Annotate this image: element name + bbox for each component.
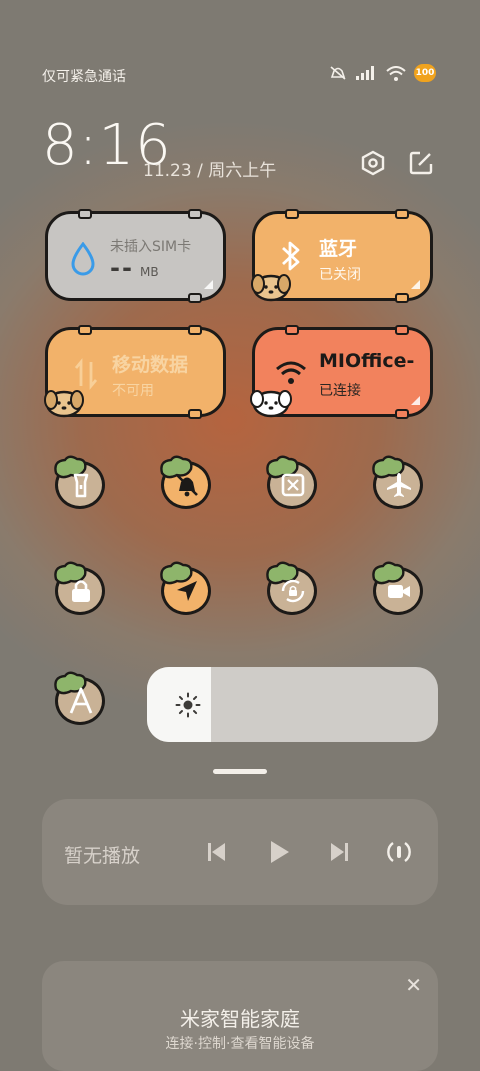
sim-unit: MB xyxy=(140,265,159,279)
mute-toggle[interactable] xyxy=(160,455,213,511)
drag-handle[interactable] xyxy=(213,769,267,774)
tile-stitch xyxy=(395,293,409,303)
carrier-status-text: 仅可紧急通话 xyxy=(42,69,126,85)
smart-home-subtitle: 连接·控制·查看智能设备 xyxy=(165,1036,315,1052)
rotation-lock-toggle[interactable] xyxy=(266,561,319,617)
media-player-card: 暂无播放 xyxy=(42,799,438,905)
tile-stitch xyxy=(395,325,409,335)
previous-icon[interactable] xyxy=(204,839,230,865)
tile-stitch xyxy=(188,325,202,335)
tile-stitch xyxy=(188,409,202,419)
water-drop-icon xyxy=(71,242,95,276)
puppy-decoration-icon xyxy=(251,274,291,302)
sim-data-tile[interactable]: 未插入SIM卡 -- MB xyxy=(45,209,226,303)
header-actions xyxy=(360,150,434,176)
status-icons: 100 xyxy=(328,64,436,82)
sun-icon xyxy=(175,692,201,718)
tile-stitch xyxy=(285,325,299,335)
bluetooth-icon xyxy=(282,241,300,271)
font-a-icon xyxy=(69,687,93,714)
wifi-network-name: MIOffice- xyxy=(319,350,415,372)
tile-corner-marker xyxy=(411,396,420,405)
location-toggle[interactable] xyxy=(160,561,213,617)
edit-icon[interactable] xyxy=(408,150,434,176)
mute-icon xyxy=(330,66,346,80)
flashlight-icon xyxy=(73,473,89,498)
cast-icon[interactable] xyxy=(386,839,412,865)
rotation-lock-icon xyxy=(281,579,305,603)
tile-stitch xyxy=(188,209,202,219)
tile-corner-marker xyxy=(204,280,213,289)
bluetooth-title: 蓝牙 xyxy=(319,238,358,260)
white-puppy-decoration-icon xyxy=(250,390,292,418)
wifi-icon xyxy=(276,361,306,384)
auto-font-toggle[interactable] xyxy=(54,671,107,727)
media-status-label: 暂无播放 xyxy=(64,845,141,867)
tile-stitch xyxy=(188,293,202,303)
settings-icon[interactable] xyxy=(360,150,386,176)
screen-record-toggle[interactable] xyxy=(372,561,425,617)
location-icon xyxy=(177,581,197,601)
sim-title: 未插入SIM卡 xyxy=(110,239,192,255)
wifi-status: 已连接 xyxy=(319,383,361,399)
close-icon[interactable]: ✕ xyxy=(405,973,422,997)
flashlight-toggle[interactable] xyxy=(54,455,107,511)
tile-stitch xyxy=(78,325,92,335)
bluetooth-status: 已关闭 xyxy=(319,267,361,283)
bell-mute-icon xyxy=(176,474,198,497)
date-text: 11.23 / 周六上午 xyxy=(143,161,277,181)
mobile-data-status: 不可用 xyxy=(112,383,154,399)
battery-icon: 100 xyxy=(414,64,436,82)
puppy-decoration-icon xyxy=(44,390,84,418)
airplane-icon xyxy=(387,473,411,497)
lock-screen-toggle[interactable] xyxy=(54,561,107,617)
lock-icon xyxy=(72,580,90,602)
screenshot-toggle[interactable] xyxy=(266,455,319,511)
next-icon[interactable] xyxy=(326,839,352,865)
brightness-slider[interactable] xyxy=(147,667,438,742)
mobile-data-title: 移动数据 xyxy=(112,354,189,376)
tile-stitch xyxy=(395,409,409,419)
smart-home-title: 米家智能家庭 xyxy=(180,1007,300,1031)
play-icon[interactable] xyxy=(266,839,292,865)
tile-corner-marker xyxy=(411,280,420,289)
tile-stitch xyxy=(395,209,409,219)
video-camera-icon xyxy=(388,585,410,598)
tile-stitch xyxy=(78,209,92,219)
smart-home-card[interactable]: ✕ 米家智能家庭 连接·控制·查看智能设备 xyxy=(42,961,438,1071)
airplane-toggle[interactable] xyxy=(372,455,425,511)
signal-icon xyxy=(356,66,374,80)
screenshot-icon xyxy=(281,473,305,497)
wifi-icon xyxy=(386,65,406,81)
tile-stitch xyxy=(285,209,299,219)
sim-value: -- xyxy=(110,254,134,282)
